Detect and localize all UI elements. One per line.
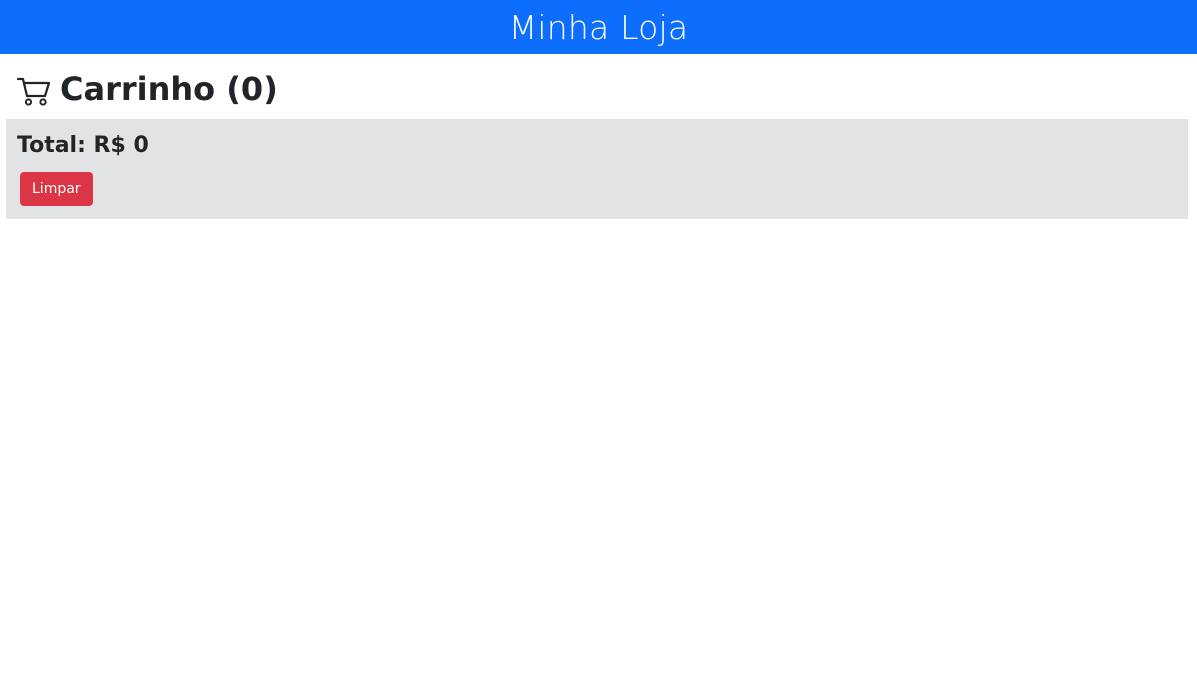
clear-cart-button[interactable]: Limpar	[20, 172, 93, 206]
cart-total: Total: R$ 0	[17, 133, 149, 158]
top-navbar: Minha Loja	[0, 0, 1197, 54]
shopping-cart-icon	[16, 77, 51, 106]
cart-title: Carrinho (0)	[60, 70, 278, 108]
store-title: Minha Loja	[508, 7, 689, 47]
cart-summary-panel: Total: R$ 0 Limpar	[6, 119, 1188, 219]
cart-header: Carrinho (0)	[0, 54, 1197, 108]
